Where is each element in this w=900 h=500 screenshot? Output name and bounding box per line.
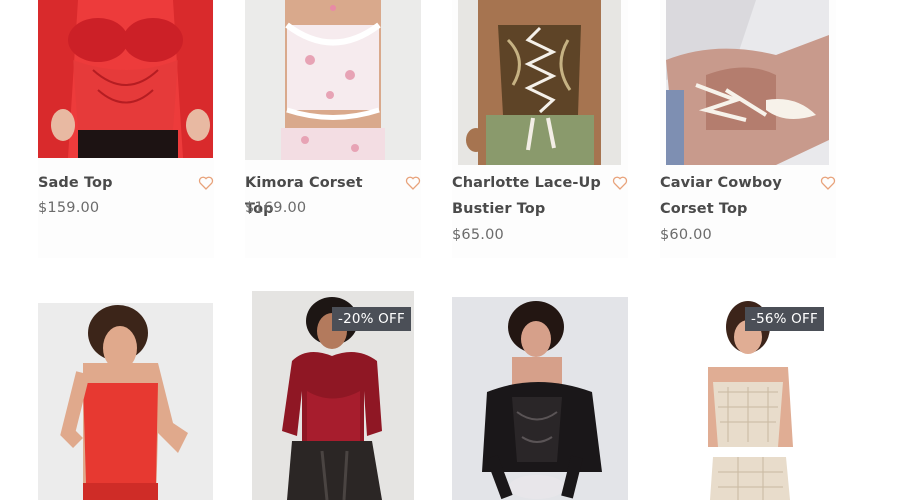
product-image[interactable] [245, 0, 421, 160]
wishlist-heart-icon[interactable] [405, 175, 421, 191]
product-image[interactable] [38, 0, 213, 158]
wishlist-heart-icon[interactable] [198, 175, 214, 191]
discount-badge: -20% OFF [332, 307, 411, 331]
product-title[interactable]: Charlotte Lace-Up Bustier Top [452, 170, 602, 222]
product-image[interactable] [452, 297, 628, 500]
product-image[interactable] [666, 0, 829, 165]
product-price: $169.00 [245, 200, 307, 216]
product-price: $159.00 [38, 200, 100, 216]
wishlist-heart-icon[interactable] [820, 175, 836, 191]
product-price: $60.00 [660, 227, 712, 243]
wishlist-heart-icon[interactable] [612, 175, 628, 191]
product-title[interactable]: Caviar Cowboy Corset Top [660, 170, 810, 222]
product-image[interactable] [458, 0, 621, 165]
product-price: $65.00 [452, 227, 504, 243]
product-image[interactable] [38, 303, 213, 500]
product-title[interactable]: Sade Top [38, 170, 188, 196]
discount-badge: -56% OFF [745, 307, 824, 331]
